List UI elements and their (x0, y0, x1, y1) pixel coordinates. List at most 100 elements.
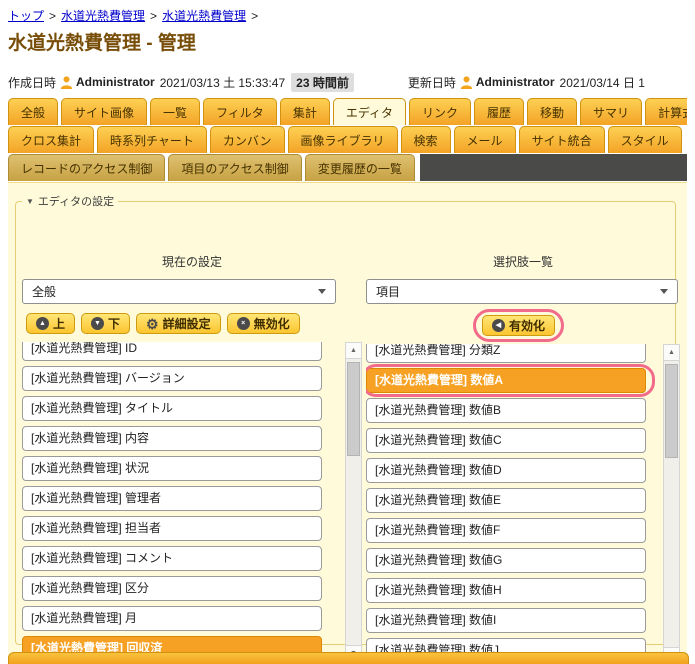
breadcrumb-link-top[interactable]: トップ (8, 9, 44, 23)
scrollbar[interactable]: ▲ ▼ (663, 344, 680, 664)
collapse-icon: ▼ (26, 197, 34, 206)
chevron-down-icon (660, 289, 668, 294)
tab-formula[interactable]: 計算式 (645, 98, 687, 125)
tab-site-integration[interactable]: サイト統合 (518, 126, 605, 153)
enable-button[interactable]: ◀ 有効化 (482, 315, 556, 336)
current-settings-column: 現在の設定 全般 ▲ 上 ▼ 下 ⚙ 詳細設定 × 無効化 [水道光熱費管理] … (22, 253, 362, 662)
list-item[interactable]: [水道光熱費管理] 数値C (366, 428, 646, 453)
list-item[interactable]: [水道光熱費管理] 月 (22, 606, 322, 631)
editor-tab-content: ▼ エディタの設定 現在の設定 全般 ▲ 上 ▼ 下 ⚙ 詳細設定 × 無効化 … (8, 182, 687, 664)
tab-link[interactable]: リンク (409, 98, 472, 125)
user-icon (460, 75, 473, 89)
move-down-button[interactable]: ▼ 下 (81, 313, 131, 334)
updated-user: Administrator (475, 75, 555, 89)
list-item[interactable]: [水道光熱費管理] 区分 (22, 576, 322, 601)
list-item[interactable]: [水道光熱費管理] 数値I (366, 608, 646, 633)
gear-icon: ⚙ (146, 315, 159, 332)
created-label: 作成日時 (8, 75, 57, 90)
circle-arrow-down-icon: ▼ (91, 317, 105, 330)
editor-settings-legend-label: エディタの設定 (37, 196, 115, 208)
choices-list: [水道光熱費管理] 分類Z [水道光熱費管理] 数値A [水道光熱費管理] 数値… (366, 344, 680, 664)
tab-row-filler (419, 154, 687, 181)
tab-kanban[interactable]: カンバン (209, 126, 285, 153)
list-item[interactable]: [水道光熱費管理] 状況 (22, 456, 322, 481)
scroll-up-button[interactable]: ▲ (664, 345, 679, 361)
tab-site-image[interactable]: サイト画像 (61, 98, 148, 125)
tab-style[interactable]: スタイル (607, 126, 682, 153)
list-item[interactable]: [水道光熱費管理] 管理者 (22, 486, 322, 511)
list-item[interactable]: [水道光熱費管理] ID (22, 342, 322, 361)
breadcrumb-link-site-admin[interactable]: 水道光熱費管理 (162, 9, 246, 23)
list-item[interactable]: [水道光熱費管理] 数値F (366, 518, 646, 543)
enable-button-label: 有効化 (509, 319, 546, 333)
move-up-button[interactable]: ▲ 上 (26, 313, 76, 334)
breadcrumb-separator: > (251, 9, 259, 23)
breadcrumb-link-site[interactable]: 水道光熱費管理 (61, 9, 145, 23)
disable-button-label: 無効化 (253, 317, 290, 331)
circle-arrow-up-icon: ▲ (36, 317, 49, 330)
tab-timeseries-chart[interactable]: 時系列チャート (97, 126, 207, 153)
tab-row-3: レコードのアクセス制御 項目のアクセス制御 変更履歴の一覧 (8, 154, 687, 181)
list-item[interactable]: [水道光熱費管理] 数値D (366, 458, 646, 483)
tab-record-access-control[interactable]: レコードのアクセス制御 (8, 154, 166, 181)
choices-select[interactable]: 項目 (366, 279, 678, 304)
disable-button[interactable]: × 無効化 (226, 313, 300, 334)
list-item[interactable]: [水道光熱費管理] 数値H (366, 578, 646, 603)
move-down-button-label: 下 (108, 317, 121, 331)
breadcrumb-separator: > (150, 9, 158, 23)
editor-settings-legend[interactable]: ▼ エディタの設定 (22, 193, 118, 209)
updated-datetime: 2021/03/14 日 1 (559, 75, 645, 90)
list-item[interactable]: [水道光熱費管理] 数値G (366, 548, 646, 573)
breadcrumb: トップ > 水道光熱費管理 > 水道光熱費管理 > (8, 7, 263, 24)
circle-cancel-icon: × (236, 317, 250, 330)
tab-crosstab[interactable]: クロス集計 (8, 126, 95, 153)
tab-search[interactable]: 検索 (400, 126, 451, 153)
tab-column-access-control[interactable]: 項目のアクセス制御 (168, 154, 302, 181)
created-user: Administrator (76, 75, 155, 89)
tab-list[interactable]: 一覧 (150, 98, 201, 125)
list-item[interactable]: [水道光熱費管理] コメント (22, 546, 322, 571)
current-setting-select[interactable]: 全般 (22, 279, 336, 304)
scroll-thumb[interactable] (665, 364, 678, 458)
list-item[interactable]: [水道光熱費管理] 分類Z (366, 344, 646, 363)
tab-filter[interactable]: フィルタ (203, 98, 277, 125)
detail-setting-button[interactable]: ⚙ 詳細設定 (136, 313, 221, 334)
editor-settings-fieldset: ▼ エディタの設定 現在の設定 全般 ▲ 上 ▼ 下 ⚙ 詳細設定 × 無効化 … (15, 193, 680, 664)
list-item[interactable]: [水道光熱費管理] バージョン (22, 366, 322, 391)
list-item[interactable]: [水道光熱費管理] 内容 (22, 426, 322, 451)
tab-summary[interactable]: サマリ (580, 98, 643, 125)
scroll-thumb[interactable] (347, 362, 360, 456)
breadcrumb-separator: > (49, 9, 57, 23)
bottom-command-bar (8, 652, 689, 664)
tab-editor[interactable]: エディタ (332, 98, 406, 125)
list-item[interactable]: [水道光熱費管理] 数値B (366, 398, 646, 423)
tab-general[interactable]: 全般 (8, 98, 59, 125)
tab-image-library[interactable]: 画像ライブラリ (287, 126, 398, 153)
current-settings-list: [水道光熱費管理] ID [水道光熱費管理] バージョン [水道光熱費管理] タ… (22, 342, 362, 662)
tab-move[interactable]: 移動 (527, 98, 578, 125)
tab-change-history-list[interactable]: 変更履歴の一覧 (304, 154, 415, 181)
chevron-down-icon (318, 289, 326, 294)
created-datetime: 2021/03/13 土 15:33:47 (159, 75, 286, 90)
list-item[interactable]: [水道光熱費管理] タイトル (22, 396, 322, 421)
tab-history[interactable]: 履歴 (474, 98, 525, 125)
tab-row-1: 全般 サイト画像 一覧 フィルタ 集計 エディタ リンク 履歴 移動 サマリ 計… (8, 98, 687, 125)
created-elapsed-badge: 23 時間前 (291, 72, 354, 92)
list-item[interactable]: [水道光熱費管理] 数値E (366, 488, 646, 513)
current-settings-heading: 現在の設定 (161, 255, 222, 269)
tab-mail[interactable]: メール (453, 126, 516, 153)
list-item[interactable]: [水道光熱費管理] 担当者 (22, 516, 322, 541)
page-title: 水道光熱費管理 - 管理 (8, 33, 196, 54)
settings-tab-bar: 全般 サイト画像 一覧 フィルタ 集計 エディタ リンク 履歴 移動 サマリ 計… (8, 98, 687, 182)
scroll-up-button[interactable]: ▲ (346, 343, 361, 359)
choices-toolbar: ◀ 有効化 (370, 309, 680, 342)
choices-select-value: 項目 (376, 285, 401, 299)
move-up-button-label: 上 (53, 317, 66, 331)
tab-aggregate[interactable]: 集計 (279, 98, 330, 125)
updated-label: 更新日時 (407, 75, 456, 90)
record-meta-row: 作成日時 Administrator 2021/03/13 土 15:33:47… (8, 72, 695, 92)
scrollbar[interactable]: ▲ ▼ (345, 342, 362, 662)
list-item-selected[interactable]: [水道光熱費管理] 数値A (366, 364, 655, 397)
choices-heading: 選択肢一覧 (492, 255, 553, 269)
detail-setting-button-label: 詳細設定 (162, 317, 211, 331)
